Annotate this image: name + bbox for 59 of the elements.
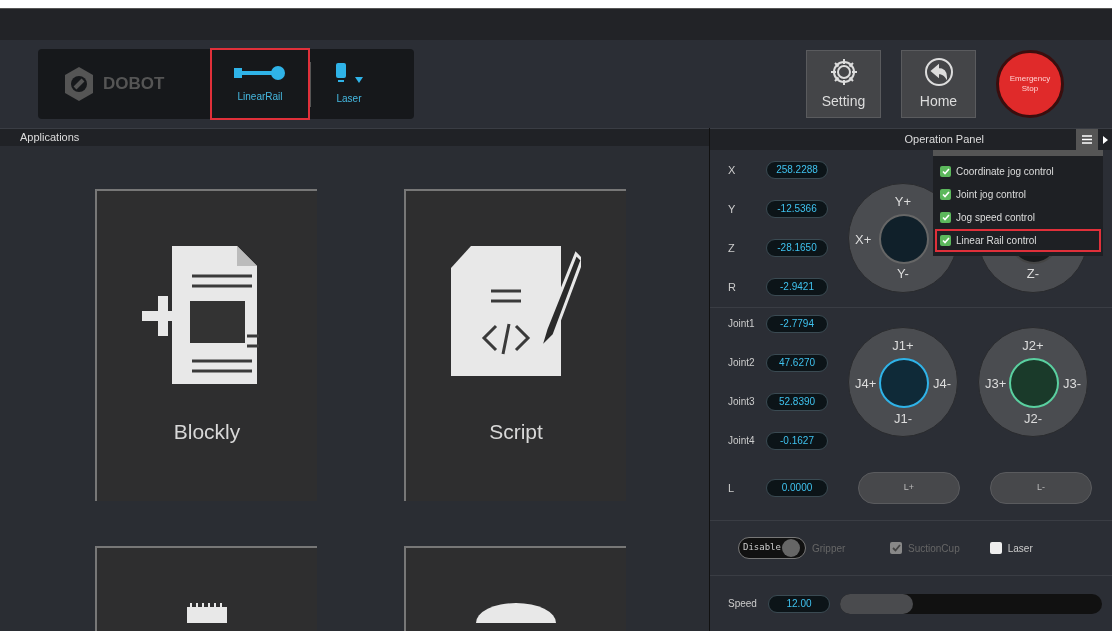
value-readout: 258.2288 [766,161,828,179]
speed-label: Speed [728,597,758,611]
joint-label: Joint4 [728,434,756,448]
speed-slider-track[interactable] [840,593,1102,614]
value-readout: 47.6270 [766,353,828,372]
jog-button[interactable]: X+ [855,229,872,249]
checkbox-option[interactable]: Laser [989,540,1033,556]
jog-button[interactable]: J3+ [985,374,1007,394]
value-readout: 52.8390 [766,392,828,411]
application-tile[interactable]: Blockly [95,188,317,501]
joint-label: Joint3 [728,395,756,409]
panel-title: Operation Panel [904,132,984,148]
tool-button[interactable]: LinearRail [210,48,310,120]
wheel-hub [879,358,929,408]
gripper-label: Gripper [812,541,847,556]
toggle-knob [781,539,800,557]
value-readout: -2.9421 [766,278,828,296]
axis-label: X [728,162,737,178]
toggle-switch[interactable]: Disable [738,537,806,559]
jog-button[interactable]: J3- [1062,374,1081,394]
jog-button[interactable]: J1+ [849,336,957,356]
jog-button[interactable]: Y- [849,264,957,284]
jog-button[interactable]: J4+ [855,374,877,394]
hexagon-logo-icon [63,66,95,102]
jog-button[interactable]: J1- [849,408,957,428]
settings-icon [828,56,859,87]
panel-title: Applications [20,130,80,145]
rail-jog-button[interactable]: L- [990,472,1092,504]
rail-icon [234,64,286,81]
value-readout: 12.00 [768,594,830,613]
axis-label: Y [728,201,737,217]
value-readout: -2.7794 [766,314,828,333]
toolbar-button[interactable]: Setting [806,50,881,118]
joint-label: Joint1 [728,317,756,331]
axis-label: Z [728,240,736,256]
jog-button[interactable]: J2- [979,408,1087,428]
wheel-hub [879,213,929,264]
value-readout: -28.1650 [766,239,828,257]
laser-icon [335,62,347,83]
joint-label: Joint2 [728,356,756,370]
value-readout: 0.0000 [766,479,828,497]
logo-text: DOBOT [103,73,165,96]
menu-button[interactable] [1076,128,1098,151]
axis-label: R [728,279,737,295]
rail-label: L [728,480,736,496]
jog-button[interactable]: J4- [932,374,951,394]
tool-button[interactable]: Laser [311,48,387,120]
value-readout: -0.1627 [766,431,828,450]
application-tile[interactable]: Script [404,188,626,501]
device-icon [187,602,227,623]
wheel-hub [1009,358,1059,408]
toolbar-button[interactable]: Home [901,50,976,118]
rail-jog-button[interactable]: L+ [858,472,960,504]
jog-button[interactable]: Z- [979,264,1087,284]
value-readout: -12.5366 [766,200,828,218]
jog-button[interactable]: J2+ [979,336,1087,356]
menu-icon [1082,135,1092,144]
menu-item[interactable]: Coordinate jog control [935,160,1101,183]
emergency-stop-button[interactable]: Emergency Stop [996,50,1064,118]
